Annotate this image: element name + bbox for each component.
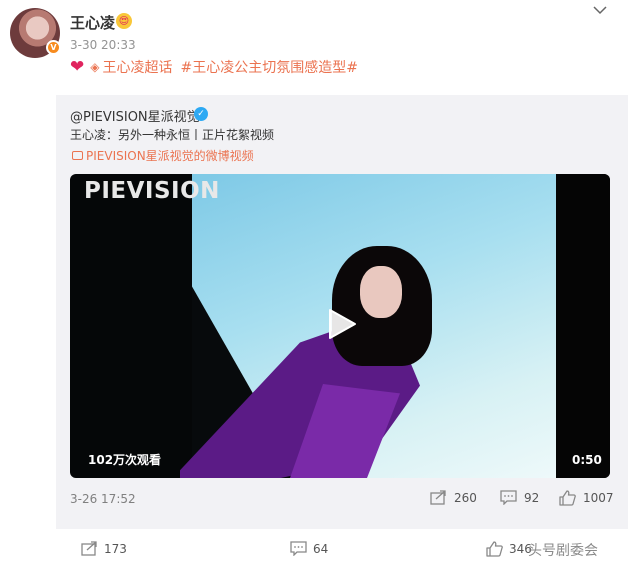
post-text: ❤ ◈ 王心凌超话 #王心凌公主切氛围感造型# [70,57,366,77]
chevron-down-icon[interactable] [592,2,608,18]
play-icon[interactable] [324,307,358,341]
video-link[interactable]: PIEVISION星派视觉的微博视频 [72,147,254,164]
emoji-icon: 😍 [116,13,132,29]
video-player[interactable]: PIEVISION 102万次观看 0:50 [70,174,610,478]
like-button[interactable]: 346 [486,541,532,557]
comment-icon [500,490,517,505]
source-watermark: 头号剧委会 [528,543,598,559]
video-frame-border [556,174,610,478]
verified-icon: ✓ [194,107,208,121]
repost-icon [430,490,446,505]
post-time[interactable]: 3-30 20:33 [70,38,136,52]
thumbs-up-icon [486,541,503,557]
username[interactable]: 王心凌 [70,12,115,33]
original-post-time[interactable]: 3-26 17:52 [70,492,136,506]
original-repost-count: 260 [454,490,477,505]
original-comment-button[interactable]: 92 [500,490,539,505]
thumbs-up-icon [559,490,576,506]
video-link-label: PIEVISION星派视觉的微博视频 [86,149,254,163]
topic-link-hashtag[interactable]: #王心凌公主切氛围感造型# [180,57,357,77]
verified-badge: V [46,40,61,55]
heart-icon: ❤ [70,57,85,77]
original-text: 王心凌：另外一种永恒丨正片花絮视频 [70,128,275,142]
video-camera-icon [72,151,83,160]
repost-count: 173 [104,541,127,556]
video-frame-face [360,266,402,318]
original-like-count: 1007 [583,491,614,505]
topic-link-supertopic[interactable]: 王心凌超话 [102,57,172,77]
repost-icon [81,541,97,556]
gem-icon: ◈ [90,60,100,74]
video-duration: 0:50 [572,453,602,467]
original-like-button[interactable]: 1007 [559,490,614,506]
original-comment-count: 92 [524,490,540,505]
comment-icon [290,541,307,556]
comment-button[interactable]: 64 [290,541,328,556]
repost-card: @PIEVISION星派视觉 ✓ 王心凌：另外一种永恒丨正片花絮视频 PIEVI… [56,95,628,529]
video-watermark: PIEVISION [84,178,220,204]
original-repost-button[interactable]: 260 [430,490,477,505]
view-count: 102万次观看 [88,453,162,467]
original-author[interactable]: @PIEVISION星派视觉 [70,106,200,125]
repost-button[interactable]: 173 [81,541,127,556]
comment-count: 64 [313,541,329,556]
